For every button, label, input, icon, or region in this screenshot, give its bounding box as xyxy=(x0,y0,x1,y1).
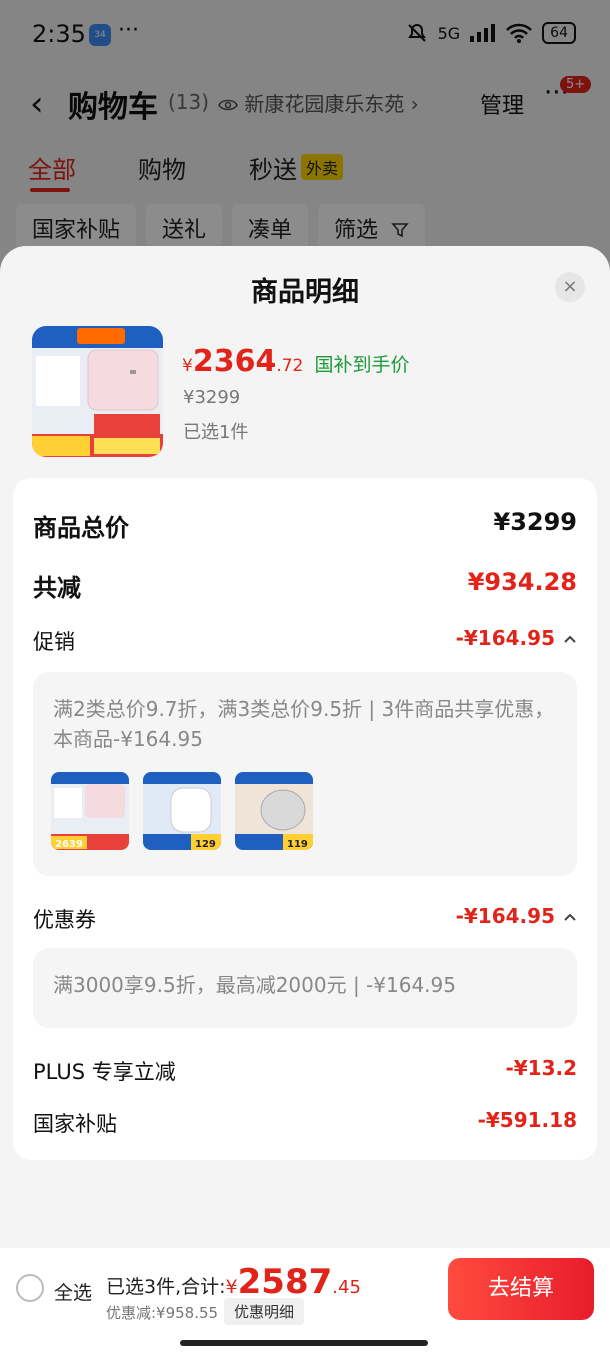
promo-label: 促销 xyxy=(33,630,75,654)
plus-row: PLUS 专享立减 -¥13.2 xyxy=(33,1056,577,1086)
price-currency: ¥ xyxy=(182,356,193,376)
discount-summary: 优惠减:¥958.55 xyxy=(106,1304,219,1322)
original-price: ¥3299 xyxy=(183,387,241,408)
total-summary: 已选3件,合计:¥2587.45 xyxy=(106,1262,361,1302)
price-tag-subsidy: 国补到手价 xyxy=(314,354,410,376)
coupon-value: -¥164.95 xyxy=(455,904,555,928)
coupon-row[interactable]: 优惠券 -¥164.95 xyxy=(33,904,577,934)
promo-item-rice-cooker[interactable]: 129 xyxy=(143,772,221,850)
home-indicator[interactable] xyxy=(180,1340,428,1346)
sheet-title: 商品明细 xyxy=(251,277,359,308)
discount-detail-button[interactable]: 优惠明细 xyxy=(224,1298,305,1325)
promo-description: 满2类总价9.7折，满3类总价9.5折 | 3件商品共享优惠，本商品-¥164.… xyxy=(53,697,555,751)
product-detail-sheet: 商品明细 × ¥2364.72 国补到手价 ¥3299 已选1件 商品总价 ¥3… xyxy=(0,246,610,1356)
price-integer: 2364 xyxy=(192,344,277,379)
promo-row[interactable]: 促销 -¥164.95 xyxy=(33,626,577,656)
select-all-checkbox[interactable] xyxy=(16,1274,44,1302)
close-icon[interactable]: × xyxy=(555,272,585,302)
total-reduce-label: 共减 xyxy=(33,574,81,602)
total-price-value: ¥3299 xyxy=(493,508,578,536)
select-all-label[interactable]: 全选 xyxy=(54,1278,92,1305)
coupon-description: 满3000享9.5折，最高减2000元 | -¥164.95 xyxy=(53,973,456,997)
checkout-button[interactable]: 去结算 xyxy=(448,1258,594,1320)
promo-item-price: 2639 xyxy=(55,839,83,850)
total-prefix: 已选3件,合计: xyxy=(106,1276,226,1298)
total-currency: ¥ xyxy=(225,1276,238,1298)
coupon-detail-box: 满3000享9.5折，最高减2000元 | -¥164.95 xyxy=(33,948,577,1028)
selected-count: 已选1件 xyxy=(183,422,249,443)
promo-item-price: 129 xyxy=(195,839,216,850)
plus-value: -¥13.2 xyxy=(505,1056,577,1080)
coupon-label: 优惠券 xyxy=(33,908,96,932)
plus-label: PLUS 专享立减 xyxy=(33,1060,176,1084)
promo-item-water-heater[interactable]: 2639 xyxy=(51,772,129,850)
promo-item-price: 119 xyxy=(287,839,308,850)
promo-item-steamer[interactable]: 119 xyxy=(235,772,313,850)
price-breakdown-card: 商品总价 ¥3299 共减 ¥934.28 促销 -¥164.95 满2类总价9… xyxy=(13,478,597,1160)
price-decimal: .72 xyxy=(276,356,304,376)
total-integer: 2587 xyxy=(237,1262,333,1302)
chevron-up-icon xyxy=(564,913,576,921)
total-price-label: 商品总价 xyxy=(33,514,129,542)
subsidy-value: -¥591.18 xyxy=(477,1108,577,1132)
product-image xyxy=(32,326,163,457)
total-reduce-value: ¥934.28 xyxy=(467,568,577,596)
total-reduce-row: 共减 ¥934.28 xyxy=(33,568,577,602)
subsidy-row: 国家补贴 -¥591.18 xyxy=(33,1108,577,1138)
product-price: ¥2364.72 国补到手价 xyxy=(182,344,409,379)
promo-detail-box: 满2类总价9.7折，满3类总价9.5折 | 3件商品共享优惠，本商品-¥164.… xyxy=(33,672,577,876)
chevron-up-icon xyxy=(564,635,576,643)
subsidy-label: 国家补贴 xyxy=(33,1112,117,1136)
total-price-row: 商品总价 ¥3299 xyxy=(33,508,578,542)
total-decimal: .45 xyxy=(332,1277,361,1298)
promo-value: -¥164.95 xyxy=(455,626,555,650)
